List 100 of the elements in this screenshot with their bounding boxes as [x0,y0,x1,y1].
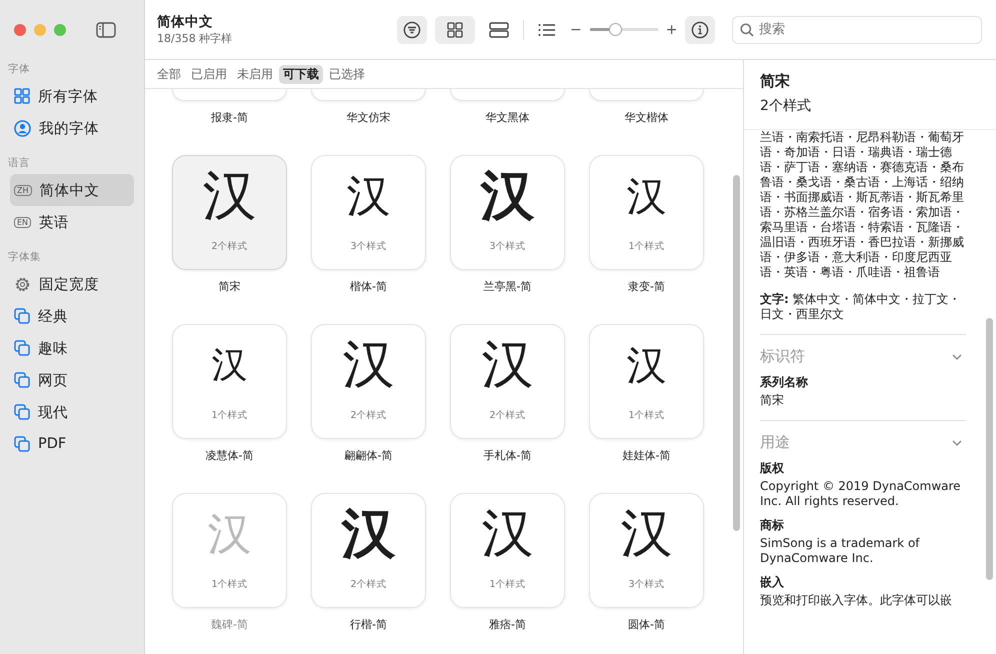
style-count: 1个样式 [211,578,248,591]
font-count: 18/358 种字样 [157,31,234,46]
info-icon [691,20,710,38]
style-count: 1个样式 [489,578,526,591]
style-count: 1个样式 [628,409,665,422]
font-name: 楷体-简 [350,280,387,294]
sidebar-item[interactable]: 经典 [10,300,134,332]
sidebar-item[interactable]: 我的字体 [10,112,134,144]
filter-tab[interactable]: 已选择 [325,64,369,84]
script-list: 文字: 繁体中文・简体中文・拉丁文・日文・西里尔文 [760,292,966,322]
font-name: 华文黑体 [486,111,530,125]
scrollbar[interactable] [733,175,740,531]
font-name: 魏碑-简 [211,618,248,632]
font-card[interactable]: 汉 2个样式 [450,324,565,439]
font-name: 兰亭黑-简 [484,280,532,294]
font-card[interactable]: 汉 3个样式 [311,155,426,270]
section-heading: 字体集 [8,250,42,264]
grid-icon [14,88,30,104]
font-name: 雅痞-简 [489,618,526,632]
font-sample: 汉 [620,503,672,566]
style-count: 1个样式 [211,409,248,422]
font-sample: 汉 [342,334,394,397]
field-label: 系列名称 [760,374,809,391]
slider-thumb[interactable] [608,22,622,36]
font-title: 简宋 [760,72,791,91]
font-sample: 汉 [342,500,396,566]
font-name: 隶变-简 [628,280,665,294]
field-label: 嵌入 [760,574,785,591]
section-title: 标识符 [760,347,805,366]
person-icon [14,120,31,136]
filter-icon [403,20,421,38]
font-card[interactable]: 汉 1个样式 [589,324,704,439]
font-card[interactable]: 汉 2个样式 [172,155,287,270]
collection-icon [14,404,30,420]
larger-button[interactable]: + [666,22,678,38]
language-badge: EN [14,216,32,228]
grid-icon [447,22,463,38]
font-card[interactable]: 汉 1个样式 [450,493,565,608]
style-count: 2个样式 [350,578,387,591]
sidebar-item[interactable]: ZH 简体中文 [10,174,134,206]
smaller-button[interactable]: − [570,22,582,38]
font-name: 华文仿宋 [346,111,390,125]
field-value: 简宋 [760,393,785,408]
style-count: 1个样式 [628,240,665,253]
sidebar-item[interactable]: EN 英语 [10,206,134,238]
field-label: 商标 [760,517,785,534]
info-button[interactable] [685,16,716,44]
font-sample: 汉 [208,508,252,562]
search-field[interactable]: 搜索 [732,16,982,44]
font-name: 手札体-简 [484,449,532,463]
font-card[interactable]: 汉 3个样式 [589,493,704,608]
filter-tab[interactable]: 可下载 [279,64,323,84]
style-count: 2个样式 [211,240,248,253]
style-count: 3个样式 [628,578,665,591]
field-value: 预览和打印嵌入字体。此字体可以嵌 [760,593,953,608]
language-list: 兰语・南索托语・尼昂科勒语・葡萄牙语・奇加语・日语・瑞典语・瑞士德语・萨丁语・塞纳语・赛德克语・桑布鲁语・桑戈语・桑古语・上海话・绍纳语・书面挪威语・斯瓦蒂语・斯瓦希里语・苏格兰盖尔语・宿务语・索加语・索马里语・台塔语・特索语・瓦隆语・温旧语・西班牙语・香巴拉语・新挪威语・伊多语・意大利语・印度尼西亚语・英语・粤语・爪哇语・祖鲁语 [760,130,966,280]
font-card[interactable]: 汉 3个样式 [450,155,565,270]
window-control-button[interactable] [34,24,46,36]
filter-tab[interactable]: 全部 [153,64,185,84]
chevron-icon[interactable] [952,440,962,446]
font-card[interactable]: 汉 2个样式 [311,493,426,608]
filter-tab[interactable]: 未启用 [233,64,277,84]
filter-tab[interactable]: 已启用 [187,64,231,84]
language-badge: ZH [14,184,32,196]
field-value: Copyright © 2019 DynaComware Inc. All rights reserved. [760,479,962,509]
style-count: 3个样式 [350,240,387,253]
collection-icon [14,436,30,452]
filter-button[interactable] [397,16,427,44]
font-name: 行楷-简 [350,618,387,632]
list-icon [538,22,556,36]
collection-icon [14,340,30,356]
collection-icon [14,372,30,388]
font-card[interactable]: 汉 2个样式 [311,324,426,439]
grid-button[interactable] [435,16,475,44]
collection-icon [14,308,30,324]
font-name: 报隶-简 [211,111,248,125]
section-heading: 字体 [8,62,31,76]
font-sample: 汉 [480,162,534,228]
sidebar-item[interactable]: 固定宽度 [10,268,134,300]
section-heading: 语言 [8,156,31,170]
field-label: 版权 [760,460,785,477]
sidebar-item[interactable]: 现代 [10,396,134,428]
sidebar-item[interactable]: 所有字体 [10,80,134,112]
font-sample: 汉 [626,172,666,222]
chevron-icon[interactable] [952,354,962,360]
window-control-button[interactable] [14,24,26,36]
font-card[interactable]: 汉 1个样式 [172,324,287,439]
font-name: 华文楷体 [624,111,668,125]
style-count: 2个样式 [350,409,387,422]
sidebar-item[interactable]: PDF [10,428,134,460]
style-count: 2个样式 [489,409,526,422]
section-title: 用途 [760,433,790,452]
font-sample: 汉 [212,344,248,388]
sidebar-item[interactable]: 网页 [10,364,134,396]
sidebar-item[interactable]: 趣味 [10,332,134,364]
style-count: 3个样式 [489,240,526,253]
scrollbar[interactable] [986,318,993,580]
sidebar-toggle-icon[interactable] [96,22,116,38]
window-control-button[interactable] [54,24,66,36]
font-card[interactable]: 汉 1个样式 [589,155,704,270]
